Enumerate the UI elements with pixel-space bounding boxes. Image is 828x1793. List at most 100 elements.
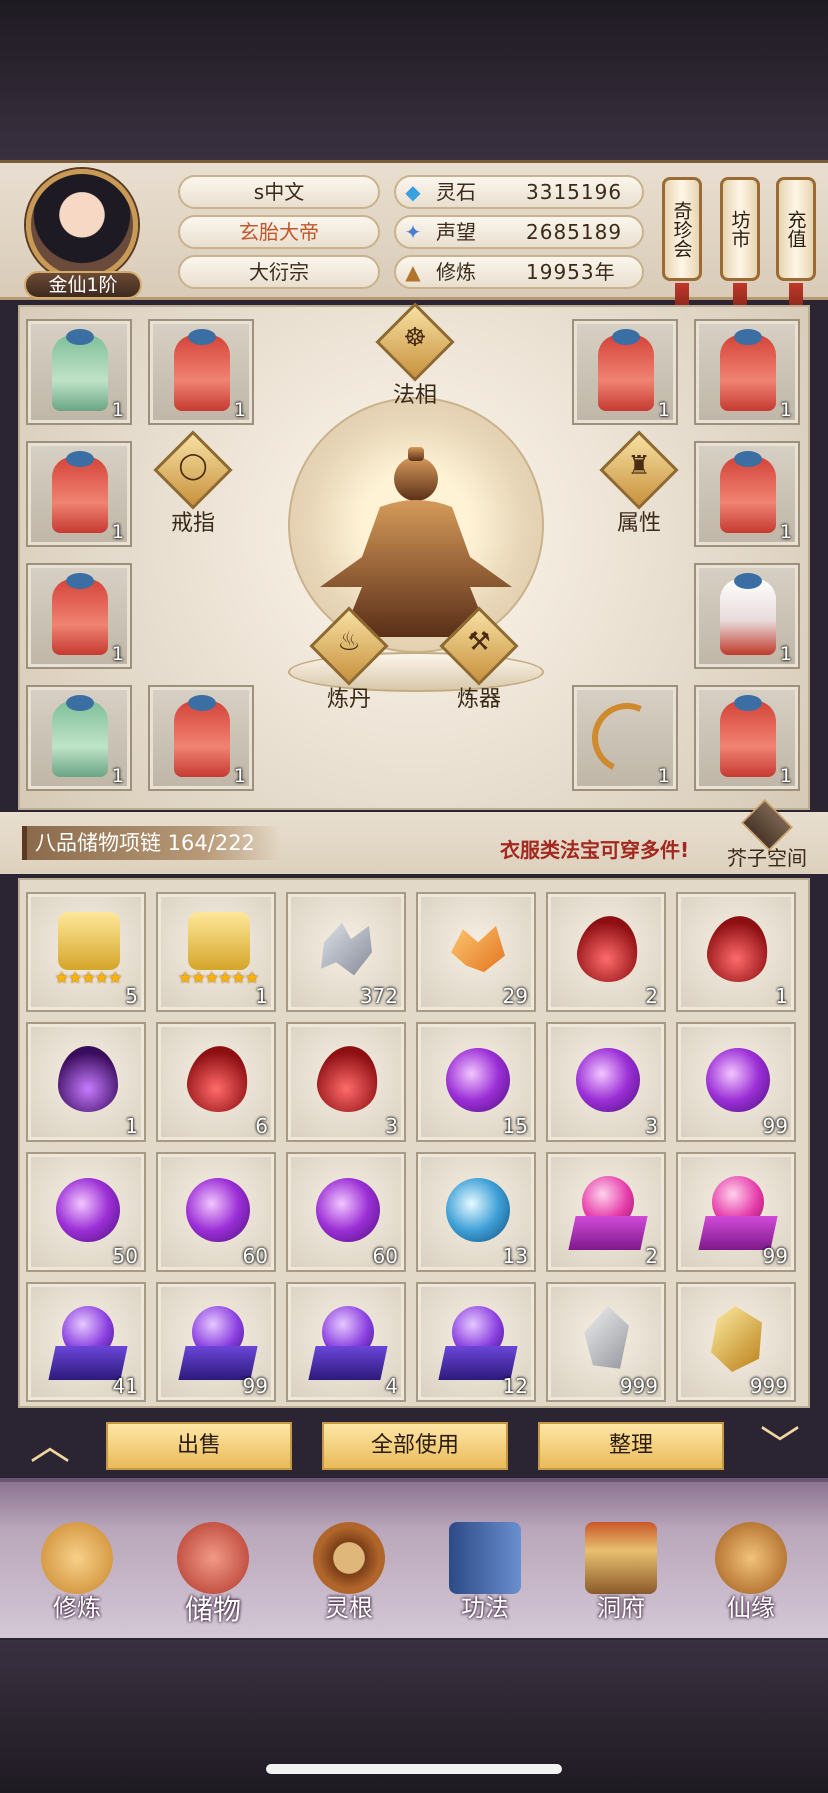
sort-button[interactable]: 整理 <box>538 1422 724 1470</box>
rare-treasure-button[interactable]: 奇珍会 <box>662 177 702 281</box>
equip-slot[interactable]: 1 <box>148 685 254 791</box>
equip-slot[interactable]: 1 <box>26 441 132 547</box>
grey-ore-icon <box>584 1306 629 1369</box>
player-avatar[interactable]: 金仙1阶 <box>22 169 144 299</box>
inventory-item[interactable]: 999 <box>676 1282 796 1402</box>
spirit-stone-icon: ◆ <box>405 180 421 204</box>
robe-icon <box>720 329 776 411</box>
robe-icon <box>720 573 776 655</box>
inventory-item[interactable]: 4 <box>286 1282 406 1402</box>
inventory-item[interactable]: 60 <box>156 1152 276 1272</box>
equip-slot[interactable]: 1 <box>572 685 678 791</box>
robe-icon <box>52 451 108 533</box>
faxiang-button[interactable]: ☸ 法相 <box>375 302 455 408</box>
player-header: 金仙1阶 s中文 玄胎大帝 大衍宗 ◆ 灵石 3315196 ✦ 声望 2685… <box>0 160 828 317</box>
robe-icon <box>598 329 654 411</box>
nav-cave-house[interactable]: 洞府 <box>566 1522 676 1638</box>
equip-slot[interactable]: 1 <box>694 685 800 791</box>
spirit-root-icon <box>313 1522 385 1594</box>
nav-cultivate[interactable]: 修炼 <box>22 1522 132 1638</box>
inventory-grid: ★★★★★ 5 ★★★★★★ 1 372 29 2 1 1 6 3 15 3 99 … <box>18 878 810 1408</box>
inventory-item[interactable]: 41 <box>26 1282 146 1402</box>
sell-button[interactable]: 出售 <box>106 1422 292 1470</box>
resource-cultivation: ▲ 修炼 19953年 <box>394 255 644 289</box>
purple-flame-icon <box>58 1046 118 1112</box>
player-sect: 大衍宗 <box>178 255 380 289</box>
equip-slot[interactable]: 1 <box>148 319 254 425</box>
inventory-item[interactable]: 3 <box>286 1022 406 1142</box>
ring-button[interactable]: ◯ 戒指 <box>153 430 233 536</box>
cultivation-icon: ▲ <box>405 260 421 284</box>
inventory-item[interactable]: 60 <box>286 1152 406 1272</box>
inventory-item[interactable]: 1 <box>26 1022 146 1142</box>
scroll-icon <box>188 912 250 970</box>
robe-icon <box>720 451 776 533</box>
equip-slot[interactable]: 1 <box>694 319 800 425</box>
mustard-space-button[interactable]: 芥子空间 <box>724 798 810 874</box>
iron-shards-icon <box>321 922 372 976</box>
home-indicator[interactable] <box>266 1764 562 1774</box>
equip-slot[interactable]: 1 <box>26 685 132 791</box>
cauldron-icon: ♨ <box>337 627 361 657</box>
equip-slot[interactable]: 1 <box>26 563 132 669</box>
inventory-header: 八品储物项链 164/222 衣服类法宝可穿多件! 芥子空间 <box>0 798 828 874</box>
inventory-item[interactable]: 2 <box>546 892 666 1012</box>
storage-capacity: 八品储物项链 164/222 <box>22 826 281 860</box>
reputation-icon: ✦ <box>404 220 422 244</box>
equipment-panel: 1 1 1 1 1 1 1 1 1 1 1 1 ☸ 法相 ◯ 戒指 ♜ 属性 ♨… <box>18 302 810 810</box>
inventory-item[interactable]: 2 <box>546 1152 666 1272</box>
top-bar <box>0 0 828 160</box>
equip-slot[interactable]: 1 <box>572 319 678 425</box>
inventory-item[interactable]: 99 <box>676 1022 796 1142</box>
inventory-item[interactable]: ★★★★★ 5 <box>26 892 146 1012</box>
inventory-item[interactable]: 15 <box>416 1022 536 1142</box>
gold-shards-icon <box>451 925 505 973</box>
equip-slot[interactable]: 1 <box>694 441 800 547</box>
gold-ore-icon <box>711 1306 762 1372</box>
pink-crystal-ball-icon <box>568 1176 648 1256</box>
cultivate-icon <box>41 1522 113 1594</box>
red-flame-icon <box>702 911 774 987</box>
avatar[interactable] <box>26 169 138 281</box>
robe-icon <box>52 329 108 411</box>
equip-slot[interactable]: 1 <box>694 563 800 669</box>
inventory-item[interactable]: 99 <box>156 1282 276 1402</box>
nav-technique[interactable]: 功法 <box>430 1522 540 1638</box>
inventory-item[interactable]: 50 <box>26 1152 146 1272</box>
use-all-button[interactable]: 全部使用 <box>322 1422 508 1470</box>
player-title: 玄胎大帝 <box>178 215 380 249</box>
robe-icon <box>174 695 230 777</box>
attributes-button[interactable]: ♜ 属性 <box>599 430 679 536</box>
purple-orb-icon <box>56 1178 120 1242</box>
cave-house-icon <box>585 1522 657 1594</box>
nav-storage[interactable]: 储物 <box>158 1522 268 1638</box>
purple-orb-icon <box>446 1048 510 1112</box>
inventory-item[interactable]: 29 <box>416 892 536 1012</box>
alchemy-button[interactable]: ♨ 炼丹 <box>309 606 389 712</box>
bottom-nav: 修炼 储物 灵根 功法 洞府 仙缘 <box>0 1478 828 1638</box>
fate-gourd-icon <box>715 1522 787 1594</box>
scroll-up-arrow-icon[interactable]: ︿ <box>20 1426 80 1466</box>
nav-spirit-root[interactable]: 灵根 <box>294 1522 404 1638</box>
equip-slot[interactable]: 1 <box>26 319 132 425</box>
market-button[interactable]: 坊市 <box>720 177 760 281</box>
nav-fate[interactable]: 仙缘 <box>696 1522 806 1638</box>
red-flame-icon <box>312 1041 384 1117</box>
purple-orb-icon <box>186 1178 250 1242</box>
inventory-item[interactable]: ★★★★★★ 1 <box>156 892 276 1012</box>
inventory-item[interactable]: 13 <box>416 1152 536 1272</box>
inventory-item[interactable]: 999 <box>546 1282 666 1402</box>
inventory-item[interactable]: 3 <box>546 1022 666 1142</box>
inventory-item[interactable]: 6 <box>156 1022 276 1142</box>
inventory-item[interactable]: 12 <box>416 1282 536 1402</box>
resource-spirit-stone: ◆ 灵石 3315196 <box>394 175 644 209</box>
inventory-item[interactable]: 99 <box>676 1152 796 1272</box>
robe-icon <box>52 573 108 655</box>
recharge-button[interactable]: 充值 <box>776 177 816 281</box>
inventory-item[interactable]: 372 <box>286 892 406 1012</box>
forging-button[interactable]: ⚒ 炼器 <box>439 606 519 712</box>
inventory-item[interactable]: 1 <box>676 892 796 1012</box>
inventory-hint: 衣服类法宝可穿多件! <box>500 838 690 862</box>
scroll-down-arrow-icon[interactable]: ﹀ <box>750 1426 810 1466</box>
resource-reputation: ✦ 声望 2685189 <box>394 215 644 249</box>
